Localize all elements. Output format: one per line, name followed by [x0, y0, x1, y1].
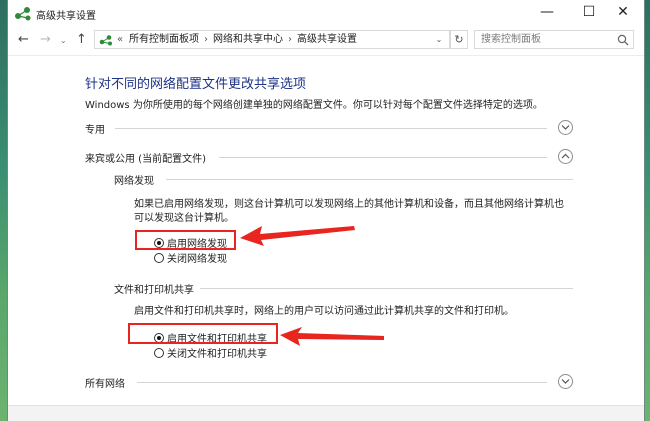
breadcrumb-overflow-icon[interactable]: «	[117, 31, 123, 48]
file-printer-heading: 文件和打印机共享	[114, 285, 194, 296]
header-divider	[8, 55, 644, 56]
network-discovery-heading: 网络发现	[114, 176, 154, 187]
radio-button[interactable]	[154, 348, 164, 358]
search-box[interactable]	[474, 30, 634, 49]
breadcrumb-item-current[interactable]: 高级共享设置	[297, 34, 357, 45]
expand-chevron-icon[interactable]	[558, 374, 573, 389]
footer-bar	[8, 406, 644, 421]
breadcrumb-separator-icon[interactable]: ›	[204, 34, 208, 45]
navigation-bar: ← → ⌄ ↑ « 所有控制面板项 › 网络和共享中心 › 高级共享设置 ⌄ ↻	[8, 26, 644, 54]
address-dropdown-icon[interactable]: ⌄	[432, 30, 446, 49]
section-divider	[137, 382, 547, 383]
highlight-box	[135, 230, 236, 250]
recent-locations-chevron-icon[interactable]: ⌄	[60, 32, 67, 50]
section-all-networks-label: 所有网络	[85, 379, 125, 390]
section-divider	[115, 128, 547, 129]
section-private[interactable]: 专用	[85, 120, 573, 136]
highlight-box	[128, 323, 278, 344]
network-discovery-heading-row: 网络发现	[114, 172, 573, 187]
minimize-button[interactable]: —	[526, 0, 568, 26]
radio-disable-network-discovery[interactable]: 关闭网络发现	[154, 250, 227, 265]
radio-button[interactable]	[154, 253, 164, 263]
breadcrumb: 所有控制面板项 › 网络和共享中心 › 高级共享设置	[129, 31, 357, 48]
section-guest-public-label: 来宾或公用 (当前配置文件)	[85, 154, 206, 165]
breadcrumb-item[interactable]: 所有控制面板项	[129, 34, 199, 45]
address-bar[interactable]: « 所有控制面板项 › 网络和共享中心 › 高级共享设置	[94, 30, 450, 49]
section-private-label: 专用	[85, 125, 105, 136]
breadcrumb-item[interactable]: 网络和共享中心	[213, 34, 283, 45]
radio-disable-file-printer-sharing[interactable]: 关闭文件和打印机共享	[154, 345, 267, 360]
radio-label[interactable]: 关闭文件和打印机共享	[167, 349, 267, 360]
page-title: 针对不同的网络配置文件更改共享选项	[85, 77, 307, 92]
collapse-chevron-icon[interactable]	[558, 149, 573, 164]
up-arrow-icon[interactable]: ↑	[76, 31, 87, 49]
subsection-divider	[200, 288, 573, 289]
section-divider	[219, 157, 547, 158]
section-guest-public[interactable]: 来宾或公用 (当前配置文件)	[85, 149, 573, 165]
file-printer-heading-row: 文件和打印机共享	[114, 281, 573, 296]
subsection-divider	[166, 179, 573, 180]
search-icon[interactable]	[617, 34, 629, 46]
section-all-networks[interactable]: 所有网络	[85, 374, 573, 390]
red-arrow-icon	[280, 327, 384, 346]
close-button[interactable]: ✕	[602, 0, 644, 26]
control-panel-icon	[99, 35, 112, 46]
red-arrow-icon	[240, 226, 355, 246]
window-title: 高级共享设置	[36, 11, 96, 22]
breadcrumb-separator-icon[interactable]: ›	[288, 34, 292, 45]
back-arrow-icon[interactable]: ←	[18, 31, 29, 49]
network-app-icon	[15, 7, 31, 21]
refresh-icon[interactable]: ↻	[450, 30, 468, 49]
expand-chevron-icon[interactable]	[558, 120, 573, 135]
radio-label[interactable]: 关闭网络发现	[167, 254, 227, 265]
title-bar[interactable]: 高级共享设置 — ☐ ✕	[8, 0, 644, 26]
network-discovery-text-line2: 可以发现这台计算机。	[134, 213, 234, 224]
advanced-sharing-window: 高级共享设置 — ☐ ✕ ← → ⌄ ↑ « 所有控制面板项 › 网络和共享中心 › 高…	[7, 0, 645, 421]
network-discovery-text-line1: 如果已启用网络发现，则这台计算机可以发现网络上的其他计算机和设备，而且其他网络计…	[134, 199, 564, 210]
search-input[interactable]	[481, 33, 611, 46]
forward-arrow-icon[interactable]: →	[40, 31, 51, 49]
file-printer-text: 启用文件和打印机共享时，网络上的用户可以访问通过此计算机共享的文件和打印机。	[134, 306, 514, 317]
page-description: Windows 为你所使用的每个网络创建单独的网络配置文件。你可以针对每个配置文…	[85, 100, 543, 111]
